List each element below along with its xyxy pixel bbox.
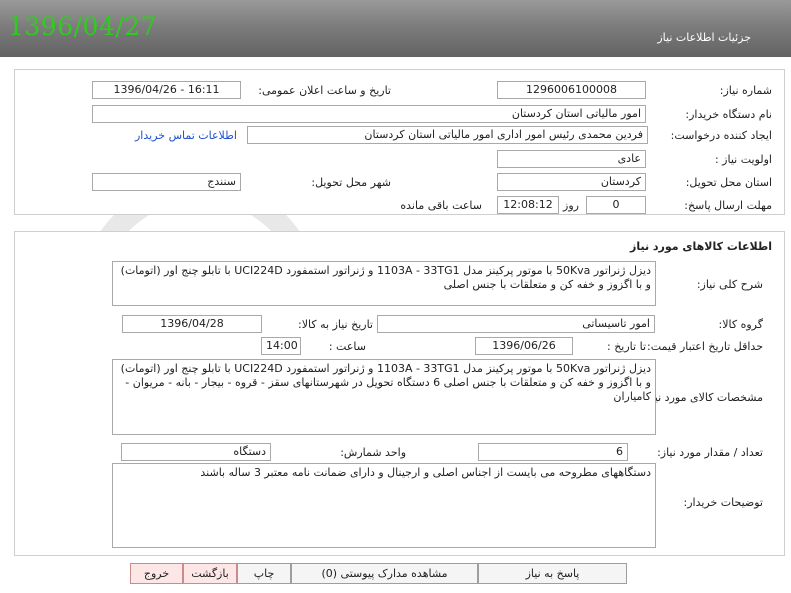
priority-label: اولویت نیاز : (714, 153, 772, 166)
deadline-days-field: 0 (586, 196, 646, 214)
footer-bar: پاسخ به نیاز مشاهده مدارک پیوستی (0) چاپ… (0, 560, 791, 593)
need-number-field: 1296006100008 (497, 81, 646, 99)
group-label: گروه کالا: (718, 318, 763, 331)
reply-button[interactable]: پاسخ به نیاز (478, 563, 627, 584)
to-date-field: 1396/06/26 (475, 337, 573, 355)
need-date-field: 1396/04/28 (122, 315, 262, 333)
print-button[interactable]: چاپ (237, 563, 291, 584)
to-date-label: تا تاریخ : (607, 340, 646, 353)
city-field: سنندج (92, 173, 241, 191)
unit-label: واحد شمارش: (340, 446, 406, 459)
announce-field: 1396/04/26 - 16:11 (92, 81, 241, 99)
buyer-org-label: نام دستگاه خریدار: (685, 108, 772, 121)
deadline-label: مهلت ارسال پاسخ: (684, 199, 772, 212)
validity-label: حداقل تاریخ اعتبار قیمت: (647, 340, 763, 353)
need-number-label: شماره نیاز: (719, 84, 772, 97)
general-desc-field: دیزل ژنراتور 50Kva با موتور پرکینز مدل 1… (112, 261, 656, 306)
group-field: امور تاسیساتی (377, 315, 655, 333)
deadline-time-field: 12:08:12 (497, 196, 559, 214)
back-button[interactable]: بازگشت (183, 563, 237, 584)
need-date-label: تاریخ نیاز به کالا: (298, 318, 373, 331)
notes-label: توضیحات خریدار: (683, 496, 764, 509)
general-desc-label: شرح کلی نیاز: (696, 278, 763, 291)
hour-field: 14:00 (261, 337, 301, 355)
date-stamp: 1396/04/27 (8, 12, 158, 41)
contact-info-link[interactable]: اطلاعات تماس خریدار (135, 129, 237, 142)
province-label: استان محل تحویل: (685, 176, 772, 189)
qty-field: 6 (478, 443, 628, 461)
requester-field: فردین محمدی رئیس امور اداری امور مالیاتی… (247, 126, 648, 144)
buyer-org-field: امور مالیاتی استان کردستان (92, 105, 646, 123)
province-field: کردستان (497, 173, 646, 191)
unit-field: دستگاه (121, 443, 271, 461)
hour-label: ساعت : (328, 340, 366, 353)
page-title: جزئیات اطلاعات نیاز (657, 31, 751, 44)
view-attachments-button[interactable]: مشاهده مدارک پیوستی (0) (291, 563, 478, 584)
qty-label: تعداد / مقدار مورد نیاز: (657, 446, 763, 459)
goods-section-title: اطلاعات کالاهای مورد نیاز (630, 240, 772, 253)
exit-button[interactable]: خروج (130, 563, 183, 584)
goods-panel: اطلاعات کالاهای مورد نیاز شرح کلی نیاز: … (14, 231, 785, 556)
priority-field: عادی (497, 150, 646, 168)
need-info-panel: شماره نیاز: 1296006100008 تاریخ و ساعت ا… (14, 69, 785, 215)
announce-label: تاریخ و ساعت اعلان عمومی: (258, 84, 391, 97)
remaining-word: ساعت باقی مانده (400, 199, 482, 212)
title-bar: 1396/04/27 جزئیات اطلاعات نیاز (0, 0, 791, 57)
specs-label: مشخصات کالای مورد نیاز: (642, 391, 763, 404)
city-label: شهر محل تحویل: (311, 176, 391, 189)
specs-field: دیزل ژنراتور 50Kva با موتور پرکینز مدل 1… (112, 359, 656, 435)
requester-label: ایجاد کننده درخواست: (670, 129, 772, 142)
buyer-notes-field: دستگاههای مطروحه می بایست از اجناس اصلی … (112, 463, 656, 548)
